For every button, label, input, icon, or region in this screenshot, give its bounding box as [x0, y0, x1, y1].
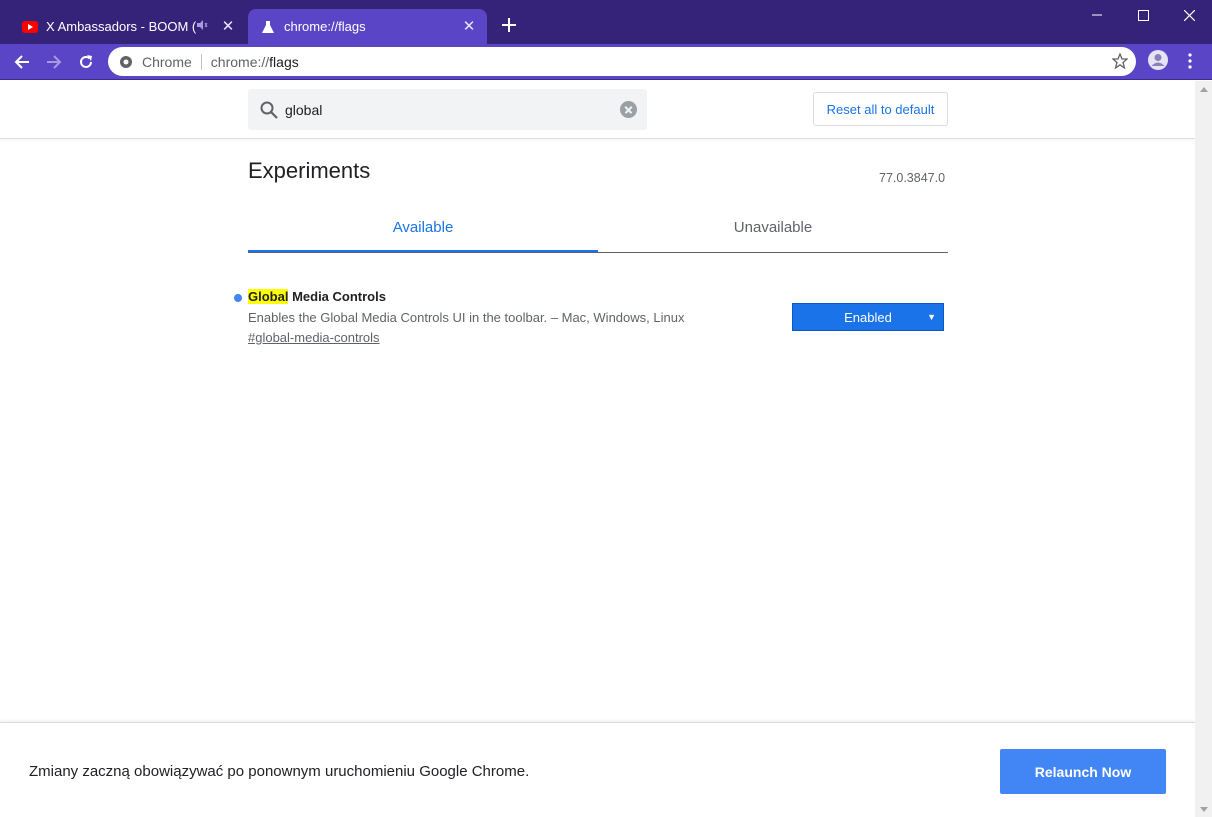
tab-youtube[interactable]: X Ambassadors - BOOM (Offi ✕	[10, 9, 246, 44]
tab-flags[interactable]: chrome://flags ✕	[248, 9, 487, 44]
search-match-highlight: Global	[248, 289, 289, 304]
close-icon	[1183, 9, 1195, 21]
relaunch-message: Zmiany zaczną obowiązywać po ponownym ur…	[29, 763, 530, 780]
minimize-button[interactable]	[1074, 0, 1120, 30]
minimize-icon	[1092, 14, 1102, 16]
modified-indicator	[234, 294, 242, 302]
tab-available[interactable]: Available	[248, 211, 598, 252]
tab-title: X Ambassadors - BOOM (Offi	[46, 19, 196, 34]
flask-icon	[260, 19, 276, 35]
profile-avatar-icon[interactable]	[1148, 50, 1168, 70]
scroll-down-icon[interactable]	[1200, 807, 1208, 812]
new-tab-button[interactable]	[498, 14, 520, 36]
clear-search-icon[interactable]	[620, 101, 637, 118]
experiment-state-select[interactable]: Enabled ▼	[792, 303, 944, 331]
dropdown-caret-icon: ▼	[927, 312, 936, 322]
page-scrollbar[interactable]	[1195, 81, 1212, 817]
plus-icon	[502, 18, 516, 32]
experiment-name-rest: Media Controls	[288, 289, 386, 304]
page-title: Experiments	[248, 158, 371, 183]
close-tab-icon[interactable]: ✕	[461, 18, 477, 35]
tab-unavailable[interactable]: Unavailable	[598, 211, 948, 252]
youtube-icon	[22, 19, 38, 35]
close-tab-icon[interactable]: ✕	[220, 18, 236, 35]
forward-arrow-icon	[47, 55, 62, 69]
bookmark-star-icon[interactable]	[1112, 53, 1128, 69]
kebab-menu-icon	[1188, 53, 1192, 69]
reset-all-button[interactable]: Reset all to default	[813, 92, 948, 126]
reload-button[interactable]	[74, 50, 98, 74]
scroll-up-icon[interactable]	[1200, 87, 1208, 92]
search-query: global	[285, 101, 323, 118]
experiment-permalink[interactable]: #global-media-controls	[248, 330, 948, 346]
url-scheme: chrome://	[210, 53, 270, 70]
search-input[interactable]: global	[248, 89, 647, 130]
relaunch-button[interactable]: Relaunch Now	[1000, 749, 1166, 794]
tab-title: chrome://flags	[284, 19, 366, 34]
forward-button[interactable]	[42, 50, 66, 74]
relaunch-footer: Zmiany zaczną obowiązywać po ponownym ur…	[0, 722, 1195, 817]
page-content: global Reset all to default Experiments …	[0, 81, 1195, 817]
flags-header: global Reset all to default	[0, 81, 1195, 139]
maximize-icon	[1137, 9, 1149, 21]
chrome-logo-icon[interactable]	[119, 55, 133, 69]
browser-toolbar: Chrome chrome://flags	[0, 44, 1212, 80]
search-icon	[260, 101, 278, 119]
version-label: 77.0.3847.0	[879, 171, 946, 185]
divider	[200, 53, 202, 70]
speaker-muted-icon[interactable]	[196, 19, 210, 34]
window-titlebar: X Ambassadors - BOOM (Offi ✕ chrome://fl…	[0, 0, 1212, 44]
selected-state: Enabled	[844, 309, 892, 325]
back-button[interactable]	[10, 50, 34, 74]
back-arrow-icon	[14, 55, 29, 69]
reload-icon	[80, 55, 92, 68]
url-host: flags	[269, 53, 299, 70]
site-chip: Chrome	[142, 53, 192, 70]
experiments-tabs: Available Unavailable	[248, 211, 948, 253]
experiment-item: Global Media Controls Enables the Global…	[234, 289, 948, 349]
menu-button[interactable]	[1182, 50, 1198, 72]
maximize-button[interactable]	[1120, 0, 1166, 30]
close-window-button[interactable]	[1166, 0, 1212, 30]
address-bar[interactable]: Chrome chrome://flags	[108, 47, 1136, 76]
